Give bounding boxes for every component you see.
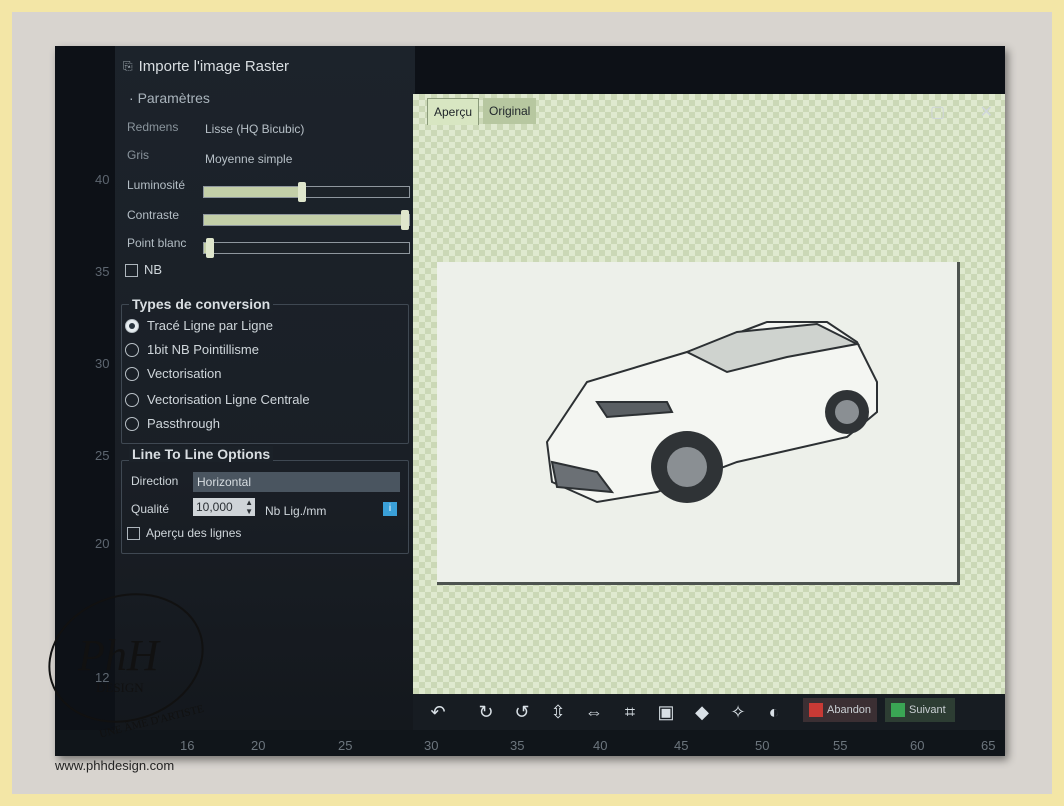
rotate-cw-icon[interactable]: ↻ xyxy=(475,701,497,723)
invert-icon[interactable]: ◐ xyxy=(763,701,785,723)
magic-wand-icon[interactable]: ✧ xyxy=(727,701,749,723)
logo-sub: DESIGN xyxy=(96,680,144,695)
param-value-resample[interactable]: Lisse (HQ Bicubic) xyxy=(205,122,304,136)
ruler-label: 65 xyxy=(981,738,996,753)
window-controls: ▢ ✕ xyxy=(930,102,993,122)
params-section-label: Paramètres xyxy=(137,90,210,106)
conversion-group-title: Types de conversion xyxy=(129,296,274,312)
preview-lines-label: Aperçu des lignes xyxy=(146,526,242,540)
radio-button[interactable] xyxy=(125,416,139,431)
rotate-ccw-icon[interactable]: ↺ xyxy=(511,701,533,723)
line-options-group-title: Line To Line Options xyxy=(129,446,274,462)
contrast-slider[interactable] xyxy=(203,210,410,230)
flip-vertical-icon[interactable]: ⇳ xyxy=(547,701,569,723)
radio-label: Vectorisation Ligne Centrale xyxy=(147,392,310,407)
nb-checkbox[interactable] xyxy=(125,264,138,278)
ruler-label: 45 xyxy=(674,738,689,753)
tab-original[interactable]: Original xyxy=(483,98,537,124)
contrast-slider-thumb[interactable] xyxy=(400,210,409,230)
quality-unit: Nb Lig./mm xyxy=(265,504,327,518)
ruler-label: 30 xyxy=(424,738,439,753)
ruler-left-label: 25 xyxy=(95,448,110,463)
preview-lines-checkbox[interactable] xyxy=(127,527,140,541)
flip-horizontal-icon[interactable]: ⇔ xyxy=(583,701,605,723)
param-label-gray: Gris xyxy=(127,148,149,162)
ruler-left-label: 20 xyxy=(95,536,110,551)
radio-label: 1bit NB Pointillisme xyxy=(147,342,259,357)
undo-icon[interactable]: ↶ xyxy=(427,701,449,723)
ruler-label: 50 xyxy=(755,738,770,753)
quality-value: 10,000 xyxy=(196,500,233,514)
param-value-gray[interactable]: Moyenne simple xyxy=(205,152,292,166)
params-section-title: · Paramètres xyxy=(129,90,210,106)
nb-checkbox-row[interactable]: NB xyxy=(125,262,163,278)
radio-option-line-by-line[interactable]: Tracé Ligne par Ligne xyxy=(125,318,273,333)
quality-label: Qualité xyxy=(131,502,170,516)
slider-label-brightness: Luminosité xyxy=(127,178,186,192)
ruler-left-label: 40 xyxy=(95,172,110,187)
radio-option-vectorisation[interactable]: Vectorisation xyxy=(125,366,221,381)
fill-bucket-icon[interactable]: ◆ xyxy=(691,701,713,723)
direction-label: Direction xyxy=(131,474,179,488)
phh-design-logo: PhH DESIGN UNE ÂME D'ARTISTE xyxy=(40,588,210,740)
autotrim-icon[interactable]: ▣ xyxy=(655,701,677,723)
white-point-slider-thumb[interactable] xyxy=(206,238,215,258)
ruler-left-label: 30 xyxy=(95,356,110,371)
dialog-title-text: Importe l'image Raster xyxy=(138,58,290,75)
slider-label-white-point: Point blanc xyxy=(127,236,187,250)
radio-label: Passthrough xyxy=(147,416,220,431)
crop-icon[interactable]: ⌗ xyxy=(619,701,641,723)
brightness-slider-thumb[interactable] xyxy=(298,182,307,202)
quality-spinbox[interactable]: 10,000 ▲ ▼ xyxy=(193,498,255,516)
brightness-slider[interactable] xyxy=(203,182,410,202)
info-icon[interactable]: i xyxy=(383,502,397,516)
spin-arrows-icon[interactable]: ▲ ▼ xyxy=(245,498,253,516)
import-icon: ⎘ xyxy=(123,59,133,73)
radio-button[interactable] xyxy=(125,366,139,381)
white-point-slider[interactable] xyxy=(203,238,410,258)
param-label-resample: Redmens xyxy=(127,120,179,134)
direction-select[interactable]: Horizontal xyxy=(193,472,400,492)
preview-lines-row[interactable]: Aperçu des lignes xyxy=(127,526,242,541)
car-image xyxy=(545,321,878,504)
radio-option-dithering[interactable]: 1bit NB Pointillisme xyxy=(125,342,259,357)
website-url: www.phhdesign.com xyxy=(55,758,175,773)
brightness-slider-fill xyxy=(204,187,303,197)
logo-text: PhH xyxy=(77,631,161,680)
ruler-label: 25 xyxy=(338,738,353,753)
logo-tagline: UNE ÂME D'ARTISTE xyxy=(98,703,205,738)
ruler-label: 35 xyxy=(510,738,525,753)
image-preview xyxy=(437,262,960,585)
nb-checkbox-label: NB xyxy=(144,262,163,277)
radio-option-passthrough[interactable]: Passthrough xyxy=(125,416,220,431)
ruler-label: 55 xyxy=(833,738,848,753)
radio-button[interactable] xyxy=(125,342,139,357)
slider-label-contrast: Contraste xyxy=(127,208,180,222)
close-icon[interactable]: ✕ xyxy=(980,104,993,121)
next-button[interactable]: Suivant xyxy=(885,698,955,722)
tab-apercu[interactable]: Aperçu xyxy=(427,98,480,125)
radio-label: Vectorisation xyxy=(147,366,222,381)
radio-button[interactable] xyxy=(125,318,139,333)
ruler-label: 60 xyxy=(910,738,925,753)
abandon-button[interactable]: Abandon xyxy=(803,698,877,722)
dialog-title: ⎘ Importe l'image Raster xyxy=(123,58,289,75)
radio-label: Tracé Ligne par Ligne xyxy=(147,318,273,333)
ruler-label: 16 xyxy=(180,738,195,753)
radio-option-centerline[interactable]: Vectorisation Ligne Centrale xyxy=(125,392,310,407)
maximize-icon[interactable]: ▢ xyxy=(930,104,945,121)
ruler-label: 40 xyxy=(593,738,608,753)
ruler-left-label: 35 xyxy=(95,264,110,279)
contrast-slider-fill xyxy=(204,215,405,225)
radio-button[interactable] xyxy=(125,392,139,407)
ruler-label: 20 xyxy=(251,738,266,753)
